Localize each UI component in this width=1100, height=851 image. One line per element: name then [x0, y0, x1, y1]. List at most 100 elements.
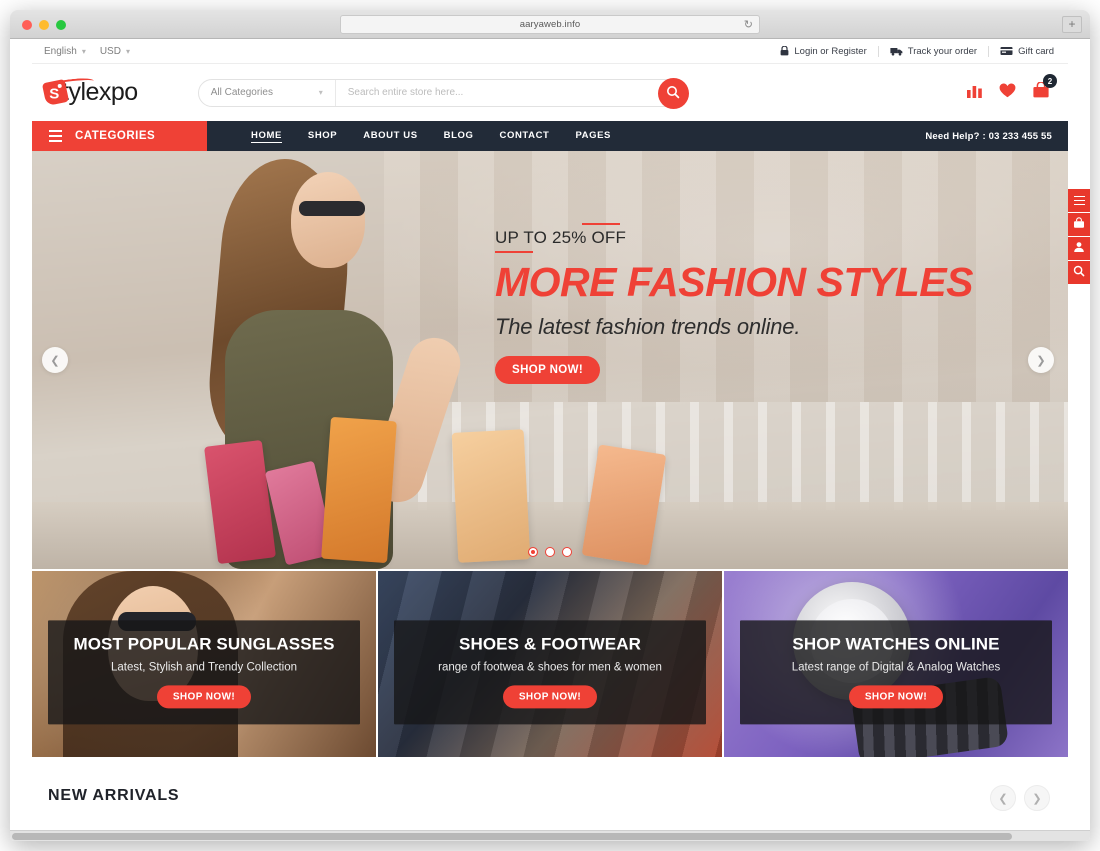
- promo-overlay: MOST POPULAR SUNGLASSES Latest, Stylish …: [48, 620, 360, 725]
- category-select[interactable]: All Categories ▾: [199, 79, 336, 106]
- nav-item-pages[interactable]: PAGES: [575, 130, 611, 142]
- hero-prev-arrow[interactable]: ❮: [42, 347, 68, 373]
- website-page: English ▾ USD ▾ Login or Register Track …: [32, 39, 1068, 829]
- promo-title: MOST POPULAR SUNGLASSES: [73, 634, 335, 654]
- new-arrivals-prev-arrow[interactable]: ❮: [990, 785, 1016, 811]
- menu-icon: [1073, 195, 1085, 206]
- chevron-down-icon: ▾: [125, 46, 130, 56]
- new-arrivals-carousel-nav: ❮ ❯: [990, 785, 1050, 811]
- nav-item-home[interactable]: HOME: [251, 130, 282, 143]
- hero-content: UP TO 25% OFF MORE FASHION STYLES The la…: [495, 223, 974, 385]
- side-basket-button[interactable]: [1068, 213, 1090, 236]
- browser-viewport: English ▾ USD ▾ Login or Register Track …: [10, 39, 1090, 841]
- compare-icon[interactable]: [967, 83, 983, 103]
- wishlist-heart-icon[interactable]: [999, 83, 1016, 103]
- promo-shop-now-button[interactable]: SHOP NOW!: [502, 685, 598, 709]
- cart-icon[interactable]: 2: [1032, 74, 1057, 103]
- login-or-register-link[interactable]: Login or Register: [769, 45, 879, 57]
- search-bar: All Categories ▾: [197, 77, 689, 109]
- hero-dot-2[interactable]: [545, 547, 555, 557]
- side-menu-button[interactable]: [1068, 189, 1090, 212]
- nav-item-shop[interactable]: SHOP: [308, 130, 337, 142]
- promo-card-shoes[interactable]: SHOES & FOOTWEAR range of footwea & shoe…: [378, 571, 722, 757]
- language-label: English: [44, 45, 77, 57]
- model-sunglasses: [299, 201, 366, 217]
- promo-title: SHOP WATCHES ONLINE: [792, 634, 1000, 654]
- floating-side-toolbar: [1068, 189, 1090, 284]
- promo-card-sunglasses[interactable]: MOST POPULAR SUNGLASSES Latest, Stylish …: [32, 571, 376, 757]
- promo-overlay: SHOES & FOOTWEAR range of footwea & shoe…: [394, 620, 706, 725]
- track-your-order-label: Track your order: [907, 45, 978, 57]
- hero-shop-now-button[interactable]: SHOP NOW!: [495, 356, 601, 385]
- site-logo[interactable]: S tylexpo: [41, 76, 138, 107]
- categories-label: CATEGORIES: [75, 130, 156, 142]
- shopping-bag: [321, 416, 398, 563]
- promo-overlay: SHOP WATCHES ONLINE Latest range of Digi…: [740, 620, 1052, 725]
- hero-dot-3[interactable]: [562, 547, 572, 557]
- nav-item-blog[interactable]: BLOG: [444, 130, 474, 142]
- promo-shop-now-button[interactable]: SHOP NOW!: [848, 685, 944, 709]
- login-or-register-label: Login or Register: [794, 45, 867, 57]
- language-selector[interactable]: English ▾: [44, 46, 86, 57]
- categories-button[interactable]: CATEGORIES: [32, 121, 207, 151]
- window-controls: [22, 20, 66, 30]
- currency-label: USD: [99, 45, 121, 57]
- browser-titlebar: aaryaweb.info ↻ +: [10, 10, 1090, 39]
- hamburger-icon: [49, 130, 62, 142]
- new-tab-button[interactable]: +: [1062, 16, 1082, 33]
- track-your-order-link[interactable]: Track your order: [879, 45, 990, 57]
- new-arrivals-next-arrow[interactable]: ❯: [1024, 785, 1050, 811]
- hero-pagination-dots: [528, 547, 572, 557]
- gift-card-link[interactable]: Gift card: [989, 46, 1056, 57]
- main-navigation: CATEGORIES HOME SHOP ABOUT US BLOG CONTA…: [32, 121, 1068, 151]
- search-icon: [666, 85, 680, 102]
- category-select-label: All Categories: [210, 87, 273, 98]
- currency-selector[interactable]: USD ▾: [100, 46, 130, 57]
- browser-window: aaryaweb.info ↻ + English ▾ USD ▾ Login …: [10, 10, 1090, 841]
- hero-offer-text: UP TO 25% OFF: [495, 223, 626, 253]
- model-face: [290, 171, 365, 268]
- new-arrivals-title: NEW ARRIVALS: [48, 787, 180, 804]
- chevron-down-icon: ▾: [81, 46, 86, 56]
- promo-title: SHOES & FOOTWEAR: [459, 634, 641, 654]
- need-help-phone: Need Help? : 03 233 455 55: [925, 130, 1052, 142]
- nav-item-about-us[interactable]: ABOUT US: [363, 130, 417, 142]
- search-input[interactable]: [335, 79, 687, 106]
- nav-item-contact[interactable]: CONTACT: [500, 130, 550, 142]
- hero-slider: UP TO 25% OFF MORE FASHION STYLES The la…: [32, 151, 1068, 569]
- minimize-window-button[interactable]: [39, 20, 49, 30]
- promo-shop-now-button[interactable]: SHOP NOW!: [156, 685, 252, 709]
- chevron-down-icon: ▾: [318, 88, 323, 97]
- search-icon: [1073, 264, 1085, 282]
- close-window-button[interactable]: [22, 20, 32, 30]
- site-header: S tylexpo All Categories ▾ Search entire…: [32, 64, 1068, 121]
- logo-tag-icon: S: [41, 78, 70, 107]
- hero-next-arrow[interactable]: ❯: [1028, 347, 1054, 373]
- search-submit-button[interactable]: [657, 77, 689, 109]
- address-bar[interactable]: aaryaweb.info ↻: [340, 15, 760, 34]
- shopping-bag: [451, 428, 531, 563]
- truck-icon: [890, 46, 903, 56]
- shopping-bag: [203, 439, 276, 564]
- promo-subtitle: range of footwea & shoes for men & women: [438, 661, 662, 674]
- scrollbar-thumb[interactable]: [12, 833, 1012, 840]
- maximize-window-button[interactable]: [56, 20, 66, 30]
- lock-icon: [780, 46, 789, 56]
- gift-card-label: Gift card: [1018, 45, 1054, 57]
- cart-count-badge: 2: [1043, 74, 1057, 88]
- side-search-button[interactable]: [1068, 261, 1090, 284]
- promo-card-row: MOST POPULAR SUNGLASSES Latest, Stylish …: [32, 571, 1068, 757]
- shopping-bag: [581, 444, 666, 566]
- user-icon: [1073, 240, 1085, 258]
- promo-card-watches[interactable]: SHOP WATCHES ONLINE Latest range of Digi…: [724, 571, 1068, 757]
- basket-icon: [1073, 216, 1085, 234]
- reload-icon[interactable]: ↻: [744, 19, 753, 31]
- side-account-button[interactable]: [1068, 237, 1090, 260]
- hero-subtitle: The latest fashion trends online.: [495, 314, 801, 340]
- promo-subtitle: Latest, Stylish and Trendy Collection: [110, 661, 298, 674]
- horizontal-scrollbar[interactable]: [10, 830, 1090, 841]
- locale-selectors: English ▾ USD ▾: [44, 46, 130, 57]
- hero-dot-1[interactable]: [528, 547, 538, 557]
- new-arrivals-section: NEW ARRIVALS ❮ ❯: [32, 757, 1068, 815]
- header-icon-group: 2: [967, 74, 1057, 103]
